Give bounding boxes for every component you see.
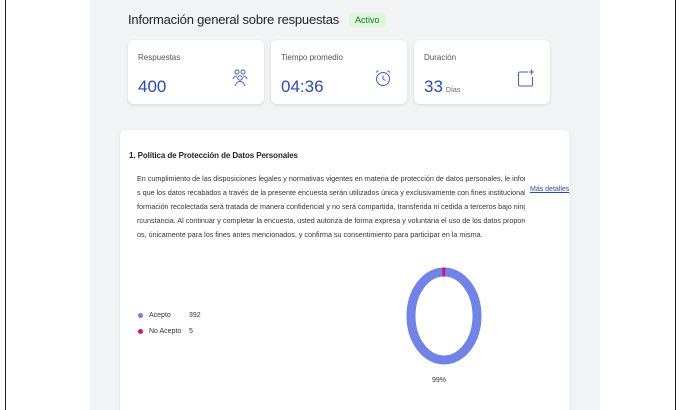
legend-dot xyxy=(138,328,143,334)
stat-unit: Días xyxy=(445,87,461,94)
overview-header: Información general sobre respuestas Act… xyxy=(128,12,386,27)
stats-row: Respuestas 400 Tiempo promedio 04:36 Dur… xyxy=(128,40,550,104)
donut-percent-label: 99% xyxy=(432,377,447,384)
responses-donut-chart xyxy=(406,267,482,365)
stat-label: Tiempo promedio xyxy=(281,53,343,62)
chart-legend: Acepto 392 No Acepto 5 xyxy=(138,307,201,339)
stat-card-avg-time: Tiempo promedio 04:36 xyxy=(271,40,407,104)
stat-card-duration: Duración 33 Días xyxy=(414,40,550,104)
stat-label: Respuestas xyxy=(138,53,181,62)
legend-dot xyxy=(138,312,143,318)
stat-value: 400 xyxy=(138,77,167,96)
legend-item-acepto: Acepto 392 xyxy=(138,307,201,323)
left-frame-border xyxy=(0,0,6,410)
stat-value: 33 Días xyxy=(424,77,461,96)
legend-label: No Acepto xyxy=(149,327,182,335)
question-title: 1. Política de Protección de Datos Perso… xyxy=(129,151,298,160)
alarm-clock-icon xyxy=(375,70,391,86)
respondents-icon xyxy=(232,69,248,87)
question-description: En cumplimiento de las disposiciones leg… xyxy=(137,174,525,239)
more-details-link[interactable]: Más detalles xyxy=(530,186,569,193)
question-card: 1. Política de Protección de Datos Perso… xyxy=(120,130,570,410)
status-badge: Activo xyxy=(349,12,386,27)
stat-label: Duración xyxy=(424,53,457,62)
legend-count: 5 xyxy=(189,327,193,335)
right-frame-border xyxy=(675,0,683,410)
calendar-add-icon xyxy=(518,69,534,87)
legend-label: Acepto xyxy=(149,311,171,319)
page-title: Información general sobre respuestas xyxy=(128,12,340,27)
donut-segment-acepto xyxy=(406,267,482,365)
stat-card-responses: Respuestas 400 xyxy=(128,40,264,104)
legend-item-no-acepto: No Acepto 5 xyxy=(138,323,201,339)
survey-overview-panel: Información general sobre respuestas Act… xyxy=(90,0,600,410)
legend-count: 392 xyxy=(189,311,201,319)
stat-value: 04:36 xyxy=(281,77,324,96)
